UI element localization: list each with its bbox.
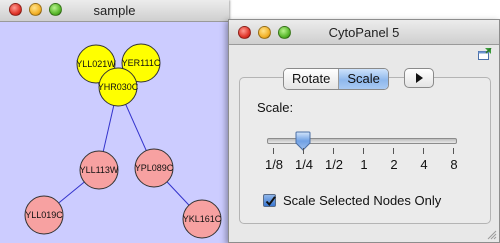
- slider-tick-label: 1/2: [324, 157, 344, 172]
- slider-tick: [453, 148, 454, 154]
- node-label: YLL021W: [76, 59, 116, 69]
- slider-tick: [273, 148, 274, 154]
- slider-tick-label: 4: [420, 157, 428, 172]
- network-node[interactable]: YLL019C: [24, 195, 64, 235]
- slider-tick-label: 2: [390, 157, 398, 172]
- network-node[interactable]: YKL161C: [182, 199, 222, 239]
- slider-tick-label: 1: [360, 157, 368, 172]
- sample-window: sample YLL021W YER111C YHR030C YLL113W YPL08…: [0, 0, 229, 243]
- scale-selected-checkbox[interactable]: [263, 194, 276, 207]
- scale-selected-checkbox-label[interactable]: Scale Selected Nodes Only: [283, 193, 441, 208]
- slider-tick-label: 8: [450, 157, 458, 172]
- slider-tick: [393, 148, 394, 154]
- node-label: YLL019C: [25, 210, 63, 220]
- play-icon: [416, 73, 423, 83]
- node-label: YLL113W: [80, 165, 119, 175]
- slider-tick-label: 1/4: [294, 157, 314, 172]
- network-node[interactable]: YPL089C: [134, 148, 174, 188]
- node-label: YKL161C: [183, 214, 222, 224]
- resize-grip-icon[interactable]: [486, 229, 497, 240]
- checkmark-icon: [265, 196, 276, 207]
- tab-rotate[interactable]: Rotate: [284, 69, 340, 89]
- node-label: YHR030C: [98, 82, 139, 92]
- slider-tick: [423, 148, 424, 154]
- more-tabs-button[interactable]: [404, 68, 434, 88]
- float-panel-icon[interactable]: [478, 48, 492, 60]
- slider-tick: [303, 148, 304, 154]
- cytopanel-window: CytoPanel 5 Rotate Scale Scale: 1/8 1/4 1/…: [228, 19, 500, 243]
- network-canvas[interactable]: YLL021W YER111C YHR030C YLL113W YPL089C YLL01…: [0, 22, 229, 243]
- cytopanel-titlebar[interactable]: CytoPanel 5: [229, 20, 499, 45]
- slider-tick-label: 1/8: [264, 157, 284, 172]
- scale-label: Scale:: [257, 100, 294, 115]
- slider-tick: [363, 148, 364, 154]
- node-label: YPL089C: [135, 163, 174, 173]
- mode-tabs: Rotate Scale: [283, 68, 389, 90]
- sample-window-title: sample: [93, 3, 136, 18]
- panel-toolbar: [229, 45, 499, 63]
- cytopanel-window-title: CytoPanel 5: [328, 25, 400, 40]
- node-label: YER111C: [122, 58, 161, 68]
- sample-titlebar[interactable]: sample: [0, 0, 229, 22]
- network-node[interactable]: YLL113W: [79, 150, 119, 190]
- tab-scale[interactable]: Scale: [339, 69, 388, 89]
- slider-tick: [333, 148, 334, 154]
